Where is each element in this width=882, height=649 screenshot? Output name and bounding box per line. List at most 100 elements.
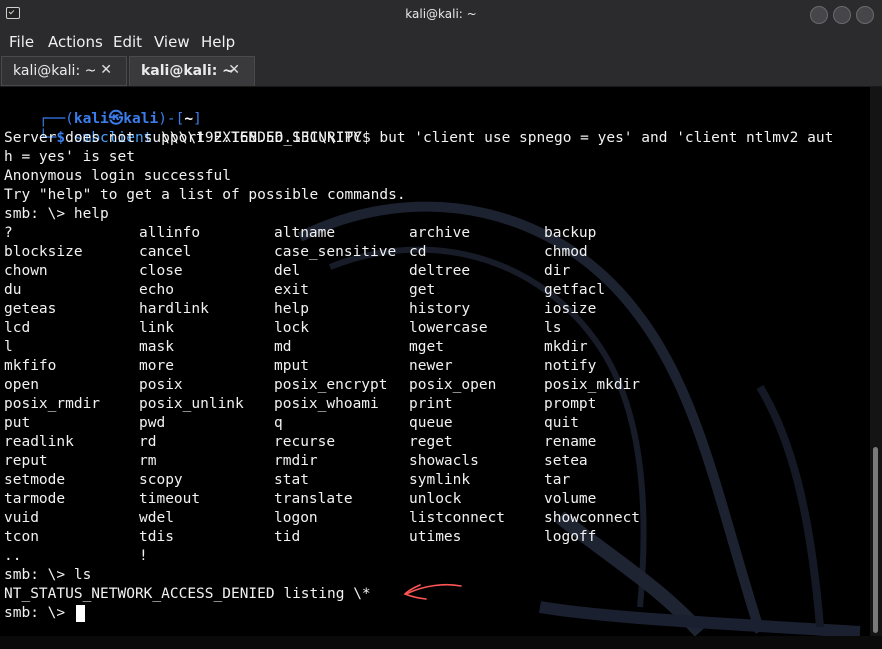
help-command: mput	[274, 358, 309, 374]
tab-bar: kali@kali: ~ ✕ kali@kali: ~ ✕	[0, 55, 882, 87]
annotation-arrow-icon	[403, 583, 462, 600]
output-line: h = yes' is set	[4, 149, 135, 165]
help-command: listconnect	[409, 510, 506, 526]
help-command: scopy	[139, 472, 183, 488]
help-command: ls	[544, 320, 562, 336]
help-command: more	[139, 358, 174, 374]
help-command: showacls	[409, 453, 479, 469]
help-command: lowercase	[409, 320, 488, 336]
tab-close-icon[interactable]: ✕	[100, 62, 112, 78]
help-command: tar	[544, 472, 571, 488]
output-line: Try "help" to get a list of possible com…	[4, 187, 406, 203]
help-command: ?	[4, 225, 13, 241]
help-command: utimes	[409, 529, 462, 545]
help-command: newer	[409, 358, 453, 374]
help-command: logoff	[544, 529, 597, 545]
current-prompt: smb: \>	[4, 605, 74, 621]
tab-close-icon[interactable]: ✕	[228, 62, 240, 78]
help-command: echo	[139, 282, 174, 298]
help-command: posix_mkdir	[544, 377, 641, 393]
tab-label: kali@kali: ~	[141, 63, 234, 79]
help-command: dir	[544, 263, 571, 279]
help-command: posix_whoami	[274, 396, 379, 412]
help-command: mkfifo	[4, 358, 57, 374]
menu-edit[interactable]: Edit	[113, 33, 142, 51]
scrollbar-thumb[interactable]	[873, 447, 878, 633]
menu-actions[interactable]: Actions	[48, 33, 103, 51]
help-command: help	[274, 301, 309, 317]
help-command: tid	[274, 529, 301, 545]
help-command: ..	[4, 548, 22, 564]
help-command: get	[409, 282, 436, 298]
help-command: mget	[409, 339, 444, 355]
help-command: unlock	[409, 491, 462, 507]
output-line: Anonymous login successful	[4, 168, 231, 184]
help-command: history	[409, 301, 471, 317]
help-command: logon	[274, 510, 318, 526]
help-command: posix_open	[409, 377, 497, 393]
help-command: iosize	[544, 301, 597, 317]
help-command: tdis	[139, 529, 174, 545]
help-command: backup	[544, 225, 597, 241]
help-command: quit	[544, 415, 579, 431]
tab-terminal-2[interactable]: kali@kali: ~ ✕	[129, 56, 255, 86]
help-command: posix	[139, 377, 183, 393]
help-command: mask	[139, 339, 174, 355]
help-command: geteas	[4, 301, 57, 317]
help-command: prompt	[544, 396, 597, 412]
window-title: kali@kali: ~	[405, 7, 477, 21]
help-command: chmod	[544, 244, 588, 260]
tab-label: kali@kali: ~	[13, 63, 97, 79]
help-command: l	[4, 339, 13, 355]
help-command: lock	[274, 320, 309, 336]
help-command: link	[139, 320, 174, 336]
help-command: vuid	[4, 510, 39, 526]
help-command: recurse	[274, 434, 336, 450]
window-bottom-edge	[0, 636, 882, 649]
help-command: queue	[409, 415, 453, 431]
menu-help[interactable]: Help	[201, 33, 235, 51]
help-command: open	[4, 377, 39, 393]
help-command: setea	[544, 453, 588, 469]
help-command: hardlink	[139, 301, 209, 317]
menu-bar: File Actions Edit View Help	[0, 30, 882, 55]
title-bar: kali@kali: ~	[0, 0, 882, 30]
maximize-button[interactable]	[833, 6, 851, 24]
help-command: timeout	[139, 491, 201, 507]
help-command: archive	[409, 225, 471, 241]
help-command: pwd	[139, 415, 166, 431]
help-command: altname	[274, 225, 336, 241]
help-command: symlink	[409, 472, 471, 488]
close-window-button[interactable]	[856, 6, 874, 24]
menu-file[interactable]: File	[9, 33, 34, 51]
help-command: md	[274, 339, 292, 355]
help-command: notify	[544, 358, 597, 374]
help-command: getfacl	[544, 282, 606, 298]
help-command: deltree	[409, 263, 471, 279]
help-command: setmode	[4, 472, 66, 488]
help-command: case_sensitive	[274, 244, 397, 260]
help-command: posix_encrypt	[274, 377, 388, 393]
help-command: allinfo	[139, 225, 201, 241]
help-command: chown	[4, 263, 48, 279]
help-command: lcd	[4, 320, 31, 336]
help-command: showconnect	[544, 510, 641, 526]
minimize-button[interactable]	[810, 6, 828, 24]
help-command: rmdir	[274, 453, 318, 469]
help-command: blocksize	[4, 244, 83, 260]
error-line: NT_STATUS_NETWORK_ACCESS_DENIED listing …	[4, 586, 371, 602]
help-command: tcon	[4, 529, 39, 545]
tab-terminal-1[interactable]: kali@kali: ~ ✕	[1, 56, 127, 86]
output-line: smb: \> help	[4, 206, 109, 222]
help-command: !	[139, 548, 148, 564]
output-line: Server does not support EXTENDED_SECURIT…	[4, 130, 834, 146]
output-line: smb: \> ls	[4, 567, 92, 583]
help-command: rename	[544, 434, 597, 450]
terminal-scrollbar[interactable]	[870, 87, 882, 636]
help-command: translate	[274, 491, 353, 507]
prompt-line-top: ┌──(kali㉿kali)-[~]	[4, 91, 202, 127]
terminal-view[interactable]: ┌──(kali㉿kali)-[~] └─$ smbclient \\\\192…	[0, 87, 870, 636]
menu-view[interactable]: View	[154, 33, 190, 51]
help-command: rm	[139, 453, 157, 469]
help-command: q	[274, 415, 283, 431]
